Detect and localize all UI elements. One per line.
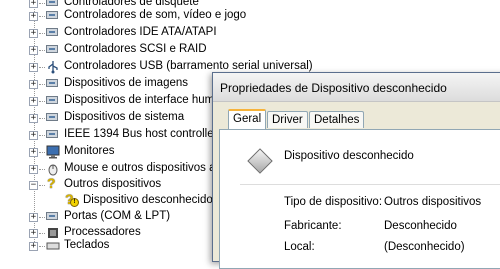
ide-controller-icon bbox=[46, 26, 60, 40]
scsi-raid-icon bbox=[46, 43, 60, 57]
imaging-device-icon bbox=[46, 77, 60, 91]
expand-icon[interactable]: + bbox=[29, 148, 38, 157]
collapse-icon[interactable]: − bbox=[29, 181, 38, 190]
tree-item-label: Controladores SCSI e RAID bbox=[64, 43, 207, 55]
separator bbox=[240, 184, 500, 185]
device-type-value: Outros dispositivos bbox=[384, 196, 482, 208]
tree-item-label: Controladores USB (barramento serial uni… bbox=[64, 60, 313, 72]
expand-icon[interactable]: + bbox=[29, 80, 38, 89]
location-label: Local: bbox=[284, 241, 315, 253]
expand-icon[interactable]: + bbox=[29, 46, 38, 55]
unknown-device-warning-icon: ?! bbox=[64, 191, 79, 207]
tree-item-label: Processadores bbox=[64, 226, 141, 238]
mouse-icon bbox=[46, 162, 60, 176]
port-icon bbox=[46, 210, 60, 224]
tree-item-label: Monitores bbox=[64, 145, 115, 157]
tree-item-label: Controladores de som, vídeo e jogo bbox=[64, 9, 247, 21]
expand-icon[interactable]: + bbox=[29, 97, 38, 106]
expand-icon[interactable]: + bbox=[29, 165, 38, 174]
dialog-title: Propriedades de Dispositivo desconhecido bbox=[220, 81, 447, 95]
general-tab-panel: Dispositivo desconhecido Tipo de disposi… bbox=[219, 129, 500, 269]
expand-icon[interactable]: + bbox=[29, 114, 38, 123]
device-properties-dialog: Propriedades de Dispositivo desconhecido… bbox=[212, 72, 500, 269]
expand-icon[interactable]: + bbox=[29, 63, 38, 72]
device-type-label: Tipo de dispositivo: bbox=[284, 196, 383, 208]
hid-icon bbox=[46, 94, 60, 108]
dialog-title-bar[interactable]: Propriedades de Dispositivo desconhecido bbox=[213, 73, 500, 102]
tree-item-label: Controladores de disquete bbox=[64, 0, 199, 8]
device-name: Dispositivo desconhecido bbox=[284, 150, 414, 162]
tree-item-label: Controladores IDE ATA/ATAPI bbox=[64, 26, 217, 38]
expand-icon[interactable]: + bbox=[29, 12, 38, 21]
other-devices-icon: ? bbox=[47, 175, 56, 191]
expand-icon[interactable]: + bbox=[29, 131, 38, 140]
tab-driver[interactable]: Driver bbox=[267, 111, 308, 128]
expand-icon[interactable]: + bbox=[29, 29, 38, 38]
usb-icon bbox=[46, 60, 60, 74]
tree-item-label: Portas (COM & LPT) bbox=[64, 210, 171, 222]
tab-general[interactable]: Geral bbox=[228, 109, 267, 129]
tree-item-label: Dispositivos de interface humana bbox=[64, 94, 234, 106]
location-value: (Desconhecido) bbox=[384, 241, 465, 253]
system-device-icon bbox=[46, 111, 60, 125]
expand-icon[interactable]: + bbox=[29, 229, 38, 238]
expand-icon[interactable]: + bbox=[29, 242, 38, 251]
keyboard-icon bbox=[46, 239, 60, 253]
tree-item-label: Dispositivo desconhecido bbox=[83, 194, 213, 206]
tree-item-label: Outros dispositivos bbox=[64, 178, 162, 190]
tree-item-label: Teclados bbox=[64, 239, 110, 251]
manufacturer-label: Fabricante: bbox=[284, 220, 342, 232]
tab-details[interactable]: Detalhes bbox=[309, 111, 365, 128]
tree-item-label: Dispositivos de sistema bbox=[64, 111, 185, 123]
tree-item-label: IEEE 1394 Bus host controllers bbox=[64, 128, 224, 140]
monitor-icon bbox=[46, 145, 60, 159]
sound-video-icon bbox=[46, 9, 60, 23]
expand-icon[interactable]: + bbox=[29, 0, 38, 8]
firewire-icon bbox=[46, 128, 60, 142]
manufacturer-value: Desconhecido bbox=[384, 220, 457, 232]
unknown-device-icon bbox=[246, 148, 273, 174]
tree-item-label: Dispositivos de imagens bbox=[64, 77, 189, 89]
processor-icon bbox=[46, 226, 60, 240]
expand-icon[interactable]: + bbox=[29, 213, 38, 222]
